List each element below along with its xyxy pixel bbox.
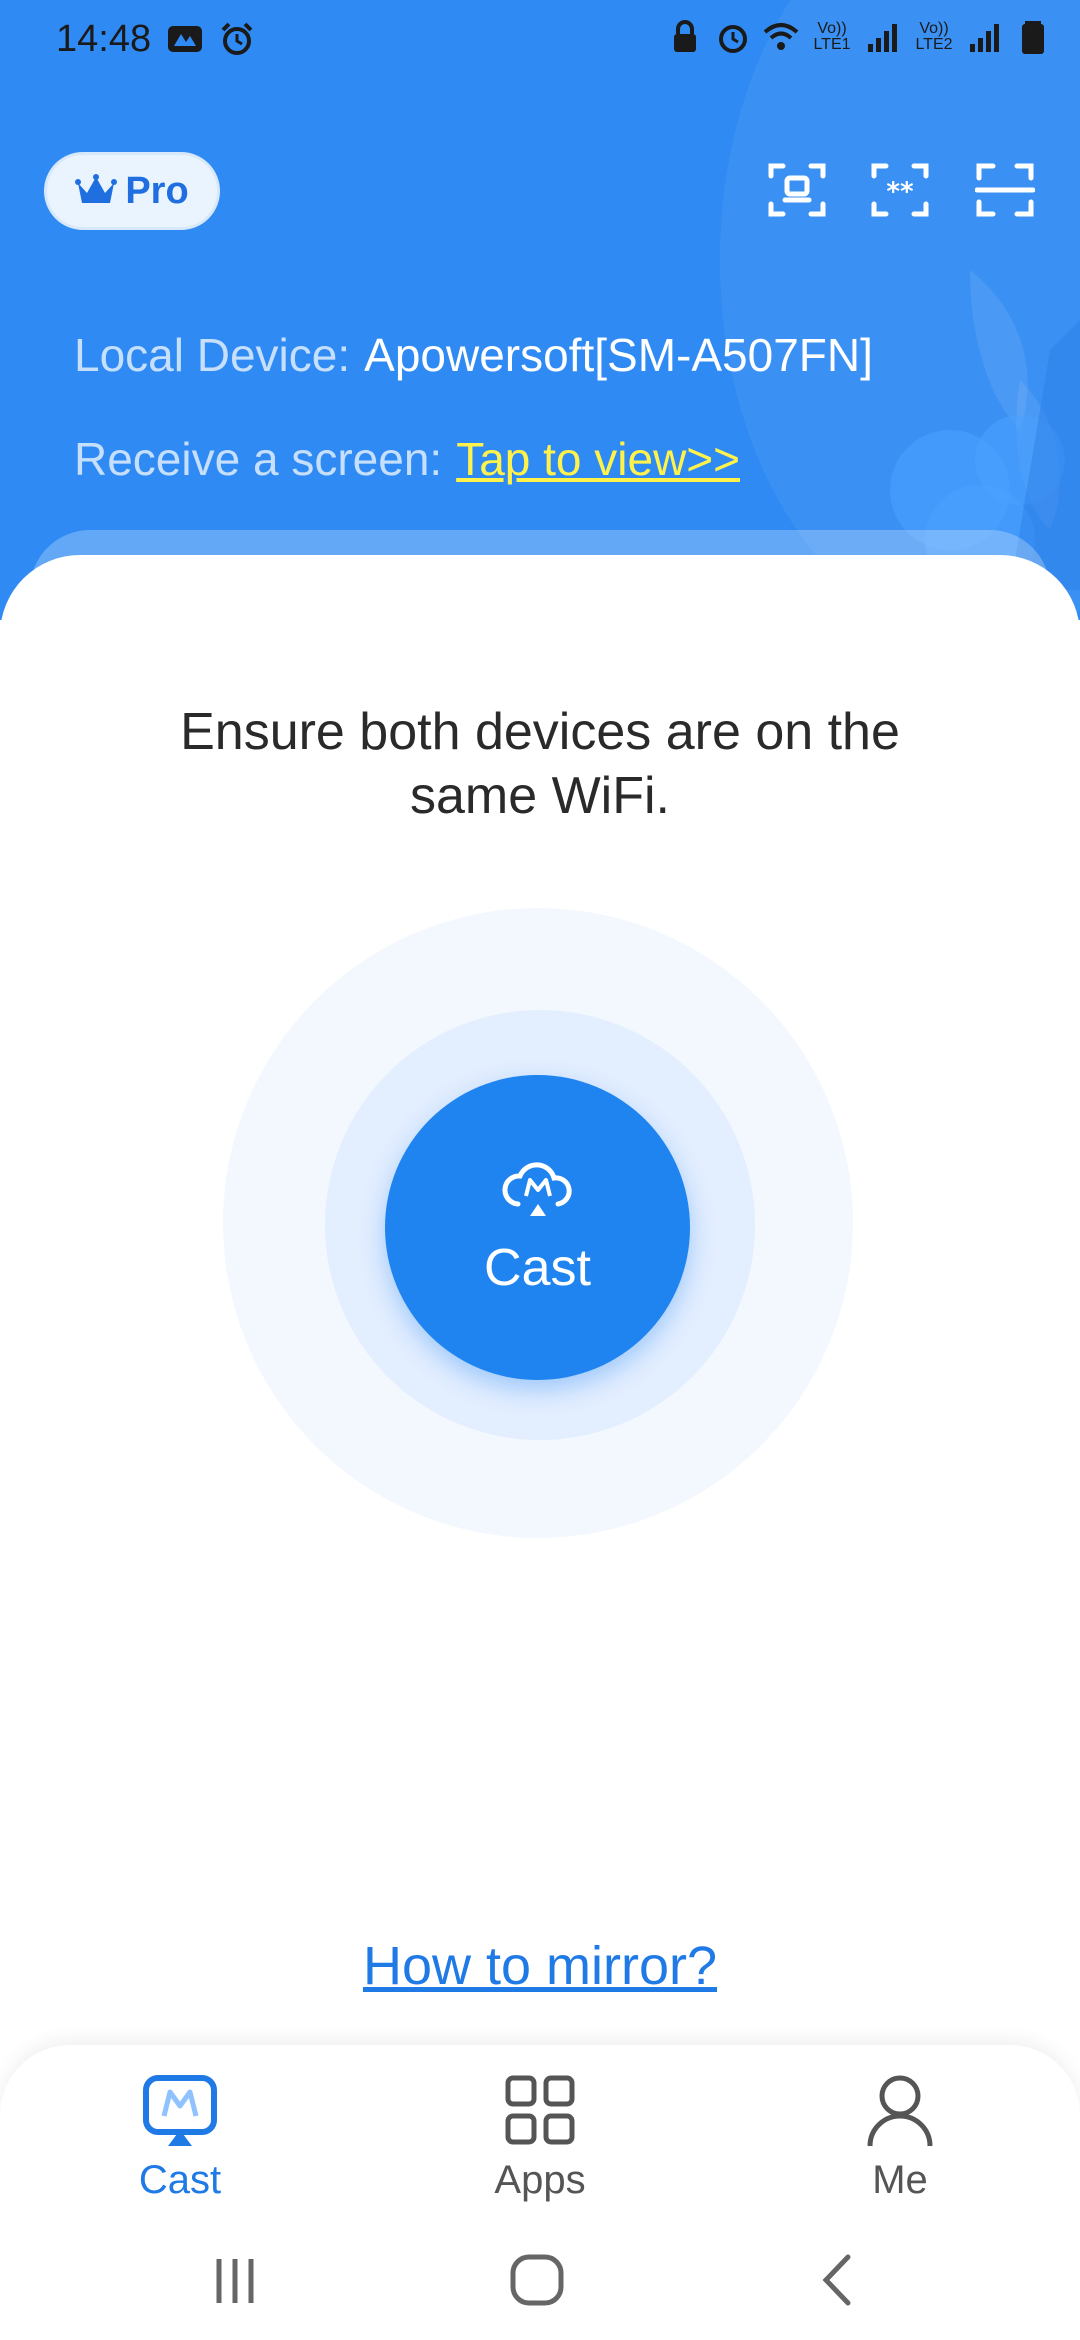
app-notification-icon <box>168 26 202 52</box>
cast-button[interactable]: Cast <box>385 1075 690 1380</box>
pro-label: Pro <box>125 169 189 212</box>
alarm-icon <box>719 25 747 53</box>
alarm-icon <box>221 22 253 55</box>
wifi-icon <box>763 23 799 50</box>
nav-item-cast[interactable]: Cast <box>80 2070 280 2203</box>
home-icon[interactable] <box>497 2245 577 2315</box>
local-device-label: Local Device: <box>74 329 351 381</box>
sim1-label: Vo)) LTE1 <box>813 20 851 53</box>
status-time: 14:48 <box>56 18 152 60</box>
screen-mirror-code-icon[interactable] <box>767 160 827 220</box>
lock-icon <box>674 20 696 52</box>
cloud-m-icon <box>501 1161 572 1216</box>
wifi-instruction: Ensure both devices are on the same WiFi… <box>180 703 900 825</box>
local-device-value: Apowersoft[SM-A507FN] <box>364 329 873 381</box>
back-icon[interactable] <box>800 2245 880 2315</box>
pro-button[interactable]: Pro <box>44 152 220 230</box>
cast-icon <box>143 2075 217 2146</box>
receive-screen-label: Receive a screen: <box>74 433 443 485</box>
recent-apps-icon[interactable] <box>195 2245 275 2315</box>
person-icon <box>867 2075 933 2147</box>
nav-item-apps[interactable]: Apps <box>440 2070 640 2203</box>
tap-to-view-link[interactable]: Tap to view>> <box>456 433 740 485</box>
signal-sim2-icon <box>970 24 999 52</box>
battery-icon <box>1022 21 1044 54</box>
local-device-row: Local Device: Apowersoft[SM-A507FN] <box>74 328 873 382</box>
header-banner <box>0 0 1080 620</box>
sim2-label: Vo)) LTE2 <box>915 20 953 53</box>
nav-cast-label: Cast <box>138 2158 222 2202</box>
scan-icon[interactable] <box>975 160 1035 220</box>
signal-sim1-icon <box>868 24 897 52</box>
nav-me-label: Me <box>872 2158 928 2202</box>
apps-grid-icon <box>505 2075 575 2145</box>
receive-screen-row: Receive a screen: Tap to view>> <box>74 432 740 486</box>
status-bar: 14:48 Vo)) LTE1 Vo)) LTE2 <box>0 0 1080 80</box>
nav-item-me[interactable]: Me <box>800 2070 1000 2203</box>
how-to-mirror-link[interactable]: How to mirror? <box>0 1935 1080 1997</box>
nav-apps-label: Apps <box>494 2158 586 2202</box>
pin-code-icon[interactable]: ** <box>870 160 930 220</box>
cast-label: Cast <box>484 1238 591 1297</box>
crown-icon <box>75 174 118 203</box>
svg-text:**: ** <box>886 177 914 207</box>
